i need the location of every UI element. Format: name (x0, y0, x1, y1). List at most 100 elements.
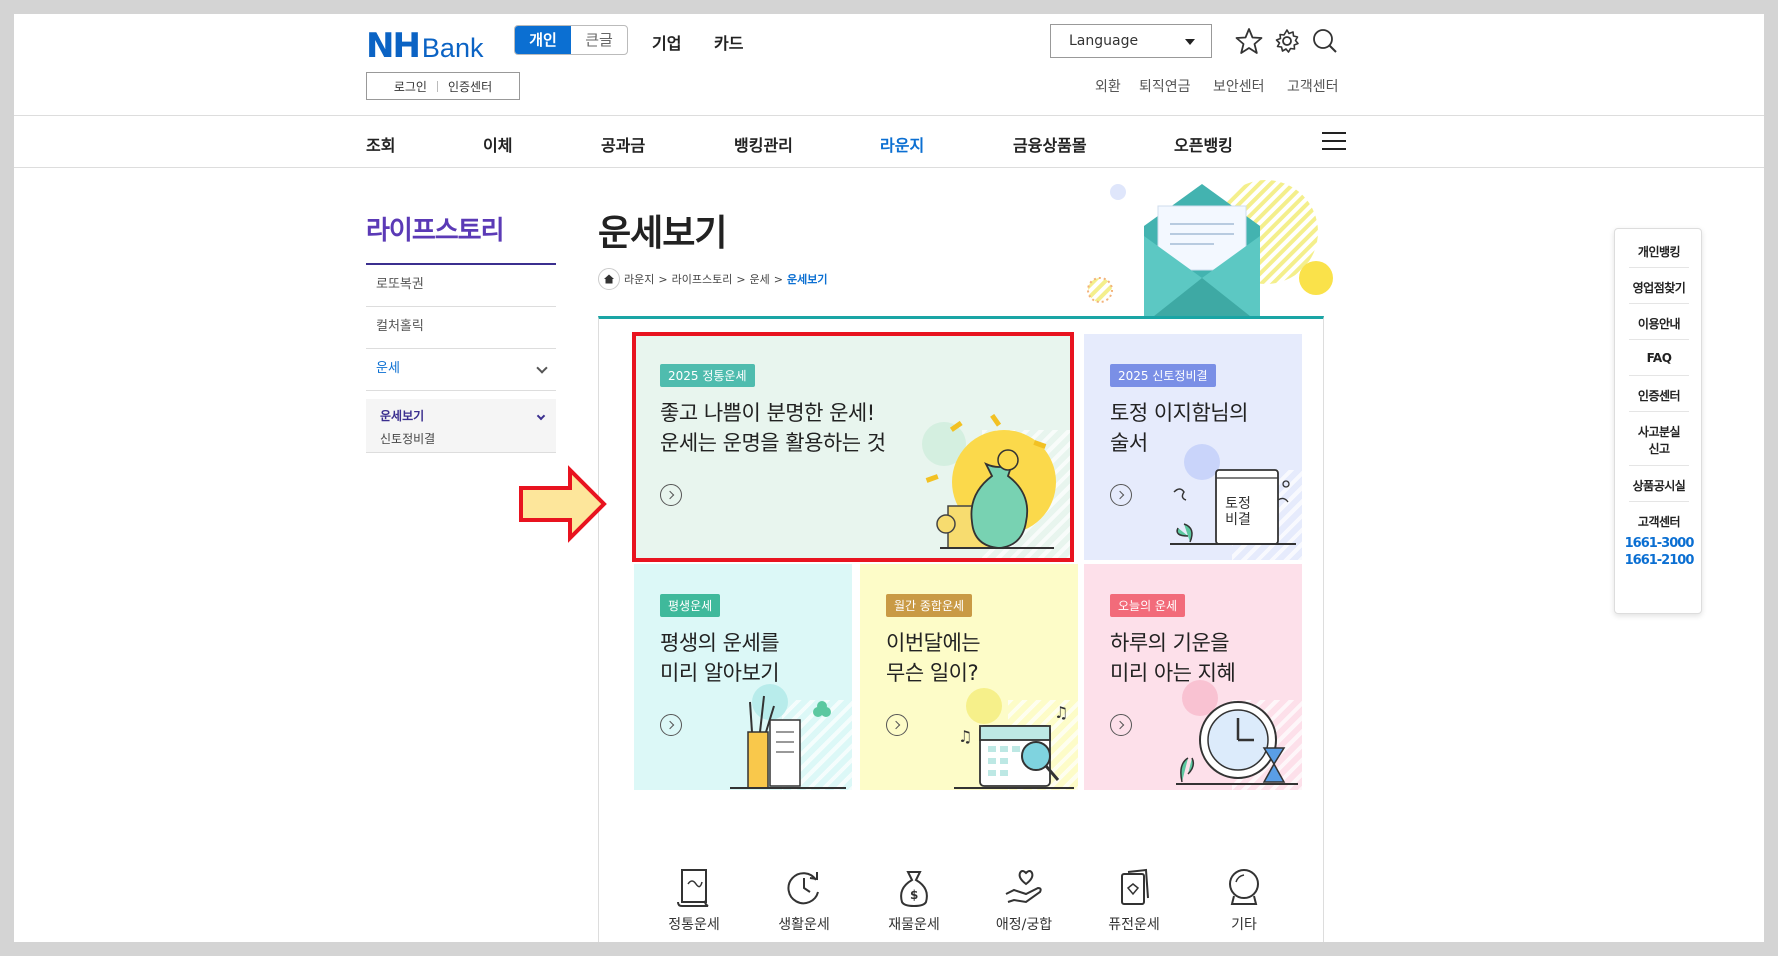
breadcrumb-separator: > (773, 272, 784, 286)
category-etc[interactable]: 기타 (1204, 866, 1284, 934)
category-label: 생활운세 (778, 917, 830, 933)
page: NH Bank 개인 큰글 기업 카드 Language 로그인 인증센터 외환… (14, 14, 1764, 942)
heart-hand-icon (1005, 870, 1042, 904)
home-icon[interactable] (598, 268, 620, 290)
quick-cert-center[interactable]: 인증센터 (1615, 387, 1703, 404)
nh-bank-logo[interactable]: NH Bank (366, 26, 483, 66)
util-security-link[interactable]: 보안센터 (1213, 76, 1265, 96)
calendar-search-icon: ♫ ♫ (954, 688, 1074, 789)
gnb-inquiry[interactable]: 조회 (366, 132, 395, 156)
language-select[interactable]: Language (1050, 24, 1212, 58)
fortune-card-tojeong[interactable]: 2025 신토정비결 토정 이지함님의 술서 토정 비결 (1084, 334, 1302, 560)
quick-personal-banking[interactable]: 개인뱅킹 (1615, 243, 1703, 260)
logo-nh-text: NH (366, 26, 421, 66)
card-title: 평생의 운세를 미리 알아보기 (660, 628, 780, 688)
star-icon[interactable] (1234, 26, 1264, 56)
category-label: 재물운세 (888, 917, 940, 933)
divider (1629, 501, 1689, 502)
gnb-divider (14, 167, 1764, 168)
category-label: 기타 (1231, 917, 1257, 933)
quick-loss-report[interactable]: 사고분실 신고 (1615, 423, 1703, 457)
category-label: 정통운세 (668, 917, 720, 933)
category-life[interactable]: 생활운세 (764, 866, 844, 934)
login-link[interactable]: 로그인 (394, 78, 427, 95)
mode-toggle: 개인 큰글 (514, 25, 628, 55)
gear-icon[interactable] (1272, 26, 1302, 56)
card-tag: 오늘의 운세 (1110, 594, 1186, 617)
lnb-item-culture[interactable]: 컬처홀릭 (366, 307, 556, 349)
card-title-line1: 토정 이지함님의 (1110, 401, 1248, 425)
nav-card[interactable]: 카드 (714, 30, 743, 54)
gnb-utility[interactable]: 공과금 (601, 132, 645, 156)
breadcrumb: 라운지 > 라이프스토리 > 운세 > 운세보기 (598, 268, 828, 290)
search-icon[interactable] (1310, 26, 1340, 56)
gnb-open-banking[interactable]: 오픈뱅킹 (1174, 132, 1233, 156)
category-traditional[interactable]: 정통운세 (654, 866, 734, 934)
phone-number[interactable]: 1661-2100 (1615, 553, 1703, 568)
cards-icon (1121, 868, 1149, 905)
breadcrumb-fortune[interactable]: 운세 (750, 271, 770, 287)
divider (436, 80, 438, 92)
category-wealth[interactable]: $ 재물운세 (874, 866, 954, 934)
cycle-clock-icon (787, 872, 819, 905)
arrow-right-circle-icon[interactable] (1110, 484, 1132, 506)
book-cover-text: 토정 비결 (1225, 496, 1251, 528)
divider (1629, 339, 1689, 340)
lnb-item-fortune[interactable]: 운세 (366, 349, 556, 391)
quick-menu: 개인뱅킹 영업점찾기 이용안내 FAQ 인증센터 사고분실 신고 상품공시실 고… (1614, 228, 1702, 614)
quick-loss-report-line2: 신고 (1648, 442, 1670, 456)
quick-faq[interactable]: FAQ (1615, 351, 1703, 365)
card-title-line1: 이번달에는 (886, 631, 981, 655)
card-tag: 2025 신토정비결 (1110, 364, 1216, 387)
card-title-line1: 하루의 기운을 (1110, 631, 1230, 655)
money-bag-icon: $ (900, 871, 928, 908)
clock-hourglass-icon (1176, 680, 1298, 785)
arrow-right-circle-icon[interactable] (886, 714, 908, 736)
fortune-card-lifetime[interactable]: 평생운세 평생의 운세를 미리 알아보기 (634, 564, 852, 790)
quick-customer-center-label: 고객센터 (1637, 515, 1681, 529)
gnb-transfer[interactable]: 이체 (483, 132, 512, 156)
pencil-cup-icon (730, 684, 846, 789)
lnb-sub-fortune-view-label: 운세보기 (380, 409, 425, 423)
quick-branch-finder[interactable]: 영업점찾기 (1615, 279, 1703, 296)
gnb-banking-mgmt[interactable]: 뱅킹관리 (734, 132, 793, 156)
fortune-card-today[interactable]: 오늘의 운세 하루의 기운을 미리 아는 지혜 (1084, 564, 1302, 790)
card-title: 이번달에는 무슨 일이? (886, 628, 981, 688)
pointer-arrow-icon (519, 465, 607, 543)
breadcrumb-separator: > (658, 272, 668, 286)
card-tag: 평생운세 (660, 594, 721, 617)
quick-product-disclosure[interactable]: 상품공시실 (1615, 477, 1703, 494)
hamburger-menu-icon[interactable] (1322, 132, 1346, 150)
nav-corporate[interactable]: 기업 (652, 30, 681, 54)
card-tag: 월간 종합운세 (886, 594, 973, 617)
category-fusion[interactable]: 퓨전운세 (1094, 866, 1174, 934)
arrow-right-circle-icon[interactable] (660, 714, 682, 736)
category-love[interactable]: 애정/궁합 (984, 866, 1064, 934)
language-label: Language (1069, 33, 1139, 49)
lnb-sub-fortune-view[interactable]: 운세보기 (380, 407, 542, 424)
mode-large-text-button[interactable]: 큰글 (571, 26, 627, 54)
quick-customer-center[interactable]: 고객센터 1661-3000 1661-2100 (1615, 513, 1703, 568)
card-title-line1: 평생의 운세를 (660, 631, 780, 655)
util-customer-link[interactable]: 고객센터 (1287, 76, 1339, 96)
divider (1629, 267, 1689, 268)
gnb-lounge[interactable]: 라운지 (880, 132, 924, 156)
breadcrumb-lounge[interactable]: 라운지 (624, 271, 654, 287)
quick-usage-guide[interactable]: 이용안내 (1615, 315, 1703, 332)
chevron-down-icon (536, 362, 548, 374)
category-label: 애정/궁합 (995, 917, 1053, 933)
mode-personal-button[interactable]: 개인 (515, 26, 571, 54)
breadcrumb-lifestory[interactable]: 라이프스토리 (672, 271, 733, 287)
category-label: 퓨전운세 (1108, 917, 1160, 933)
util-pension-link[interactable]: 퇴직연금 (1139, 76, 1191, 96)
fortune-card-monthly[interactable]: 월간 종합운세 이번달에는 무슨 일이? ♫ ♫ (860, 564, 1078, 790)
gnb-product-mall[interactable]: 금융상품몰 (1013, 132, 1087, 156)
divider (1629, 465, 1689, 466)
cert-center-link[interactable]: 인증센터 (448, 78, 492, 95)
arrow-right-circle-icon[interactable] (1110, 714, 1132, 736)
util-fx-link[interactable]: 외환 (1095, 76, 1121, 96)
lnb-sub-tojeong[interactable]: 신토정비결 (380, 430, 542, 447)
lnb-item-lotto[interactable]: 로또복권 (366, 265, 556, 307)
logo-bank-text: Bank (421, 33, 484, 63)
phone-number[interactable]: 1661-3000 (1615, 536, 1703, 551)
